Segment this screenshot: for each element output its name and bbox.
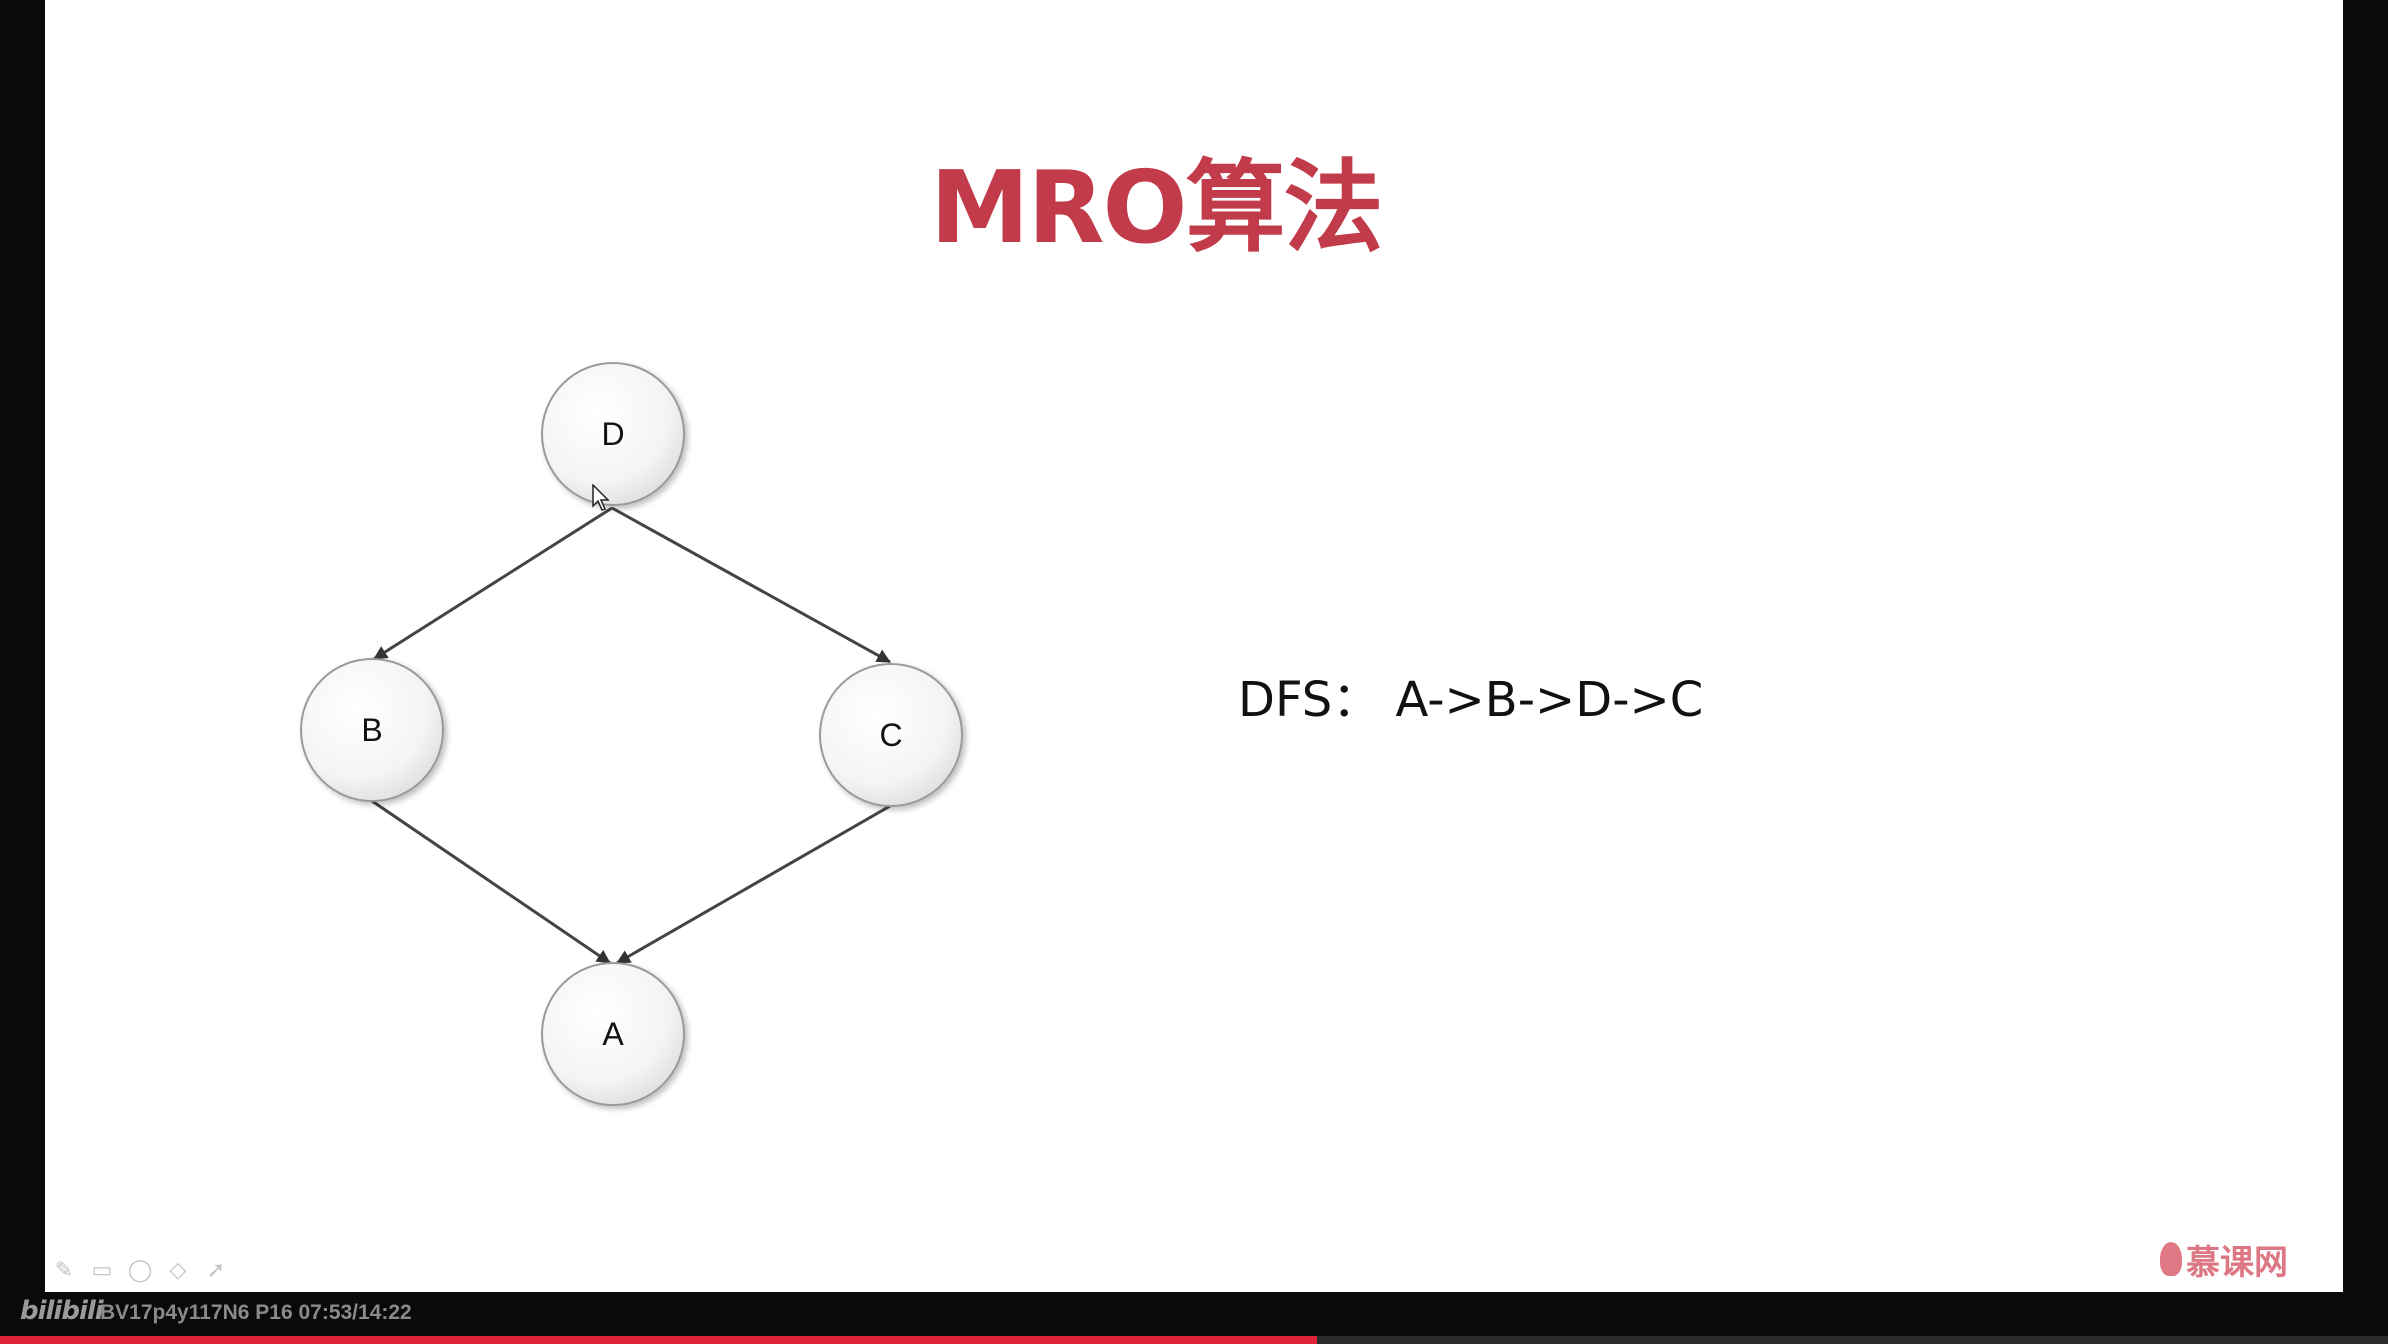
inheritance-diagram: D B C A [300,362,963,1106]
ellipse-icon[interactable]: ◯ [126,1256,154,1284]
flame-icon [2160,1242,2182,1276]
edge-c-a [616,804,891,965]
pointer-icon[interactable]: ➚ [202,1256,230,1284]
bilibili-logo: bilibili [20,1296,104,1326]
watermark-text: 慕课网 [2186,1242,2288,1283]
edge-d-c [611,506,891,664]
pencil-icon[interactable]: ✎ [50,1256,78,1284]
imooc-watermark: 慕课网 [2160,1234,2288,1284]
node-b: B [300,658,444,802]
video-info: BV17p4y117N6 P16 07:53/14:22 [100,1301,412,1324]
node-d: D [541,362,685,506]
edge-b-a [371,799,611,965]
node-c: C [819,663,963,807]
node-label-d: D [601,416,624,452]
video-progress-bar[interactable] [0,1336,2388,1344]
mouse-pointer-icon [592,484,610,511]
node-a: A [541,962,685,1106]
video-progress-fill [0,1336,1317,1344]
node-label-b: B [361,712,382,748]
edge-d-b [373,506,613,661]
rectangle-icon[interactable]: ▭ [88,1256,116,1284]
node-label-a: A [602,1016,624,1052]
node-label-c: C [879,717,902,753]
annotation-toolbar: ✎ ▭ ◯ ◇ ➚ [50,1250,230,1290]
eraser-icon[interactable]: ◇ [164,1256,192,1284]
